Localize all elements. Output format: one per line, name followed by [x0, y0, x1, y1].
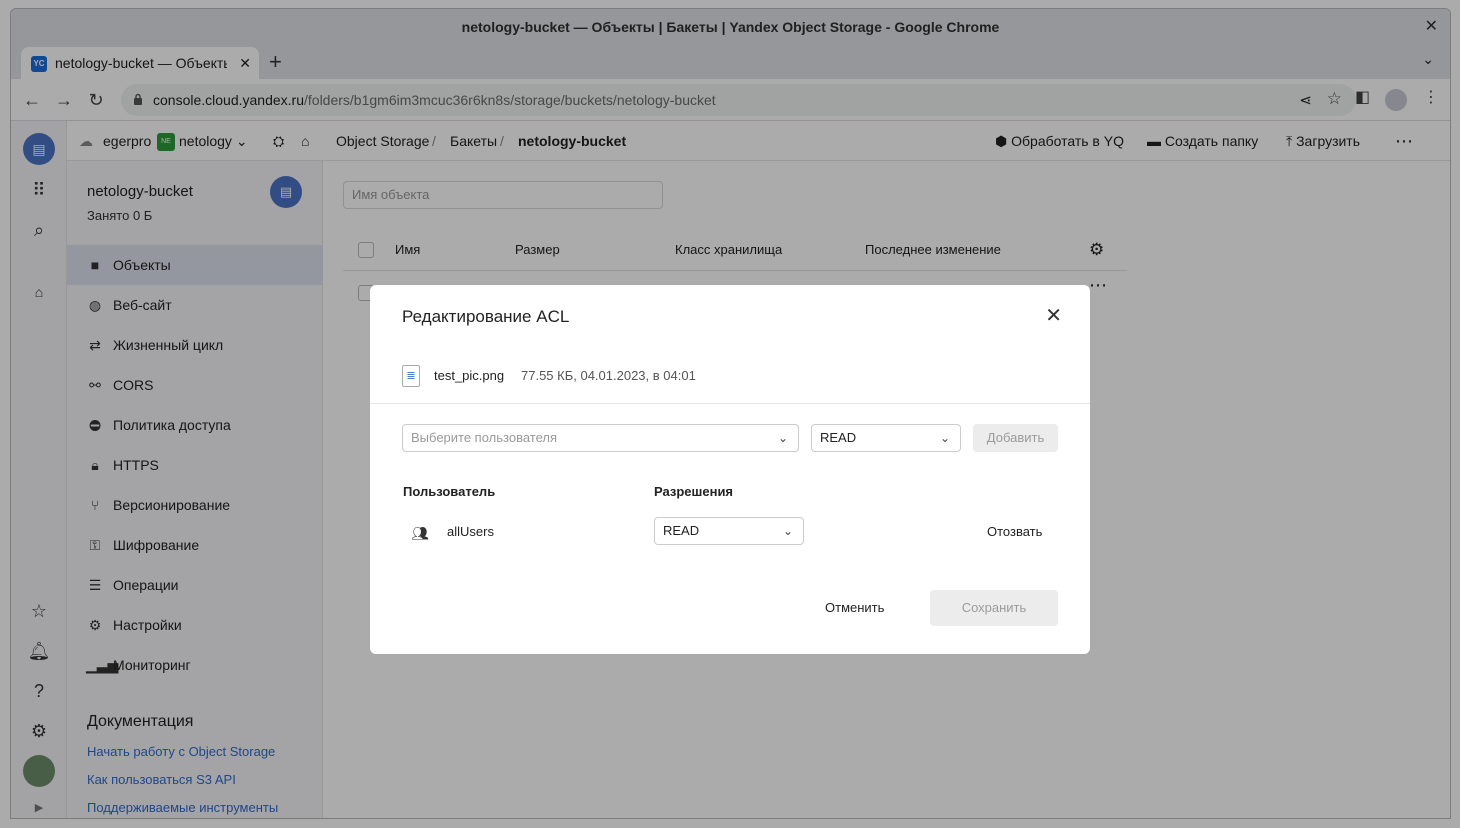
- users-group-icon: 👥︎: [411, 525, 429, 541]
- dialog-divider: [370, 403, 1090, 404]
- file-meta: 77.55 КБ, 04.01.2023, в 04:01: [521, 368, 696, 383]
- cancel-button[interactable]: Отменить: [825, 600, 884, 615]
- chevron-down-icon: ⌄: [777, 431, 788, 445]
- file-name: test_pic.png: [434, 368, 505, 383]
- user-select[interactable]: Выберите пользователя ⌄: [402, 424, 799, 452]
- chevron-down-icon: ⌄: [939, 431, 950, 445]
- dialog-title: Редактирование ACL: [402, 307, 570, 326]
- acl-row-permission-select[interactable]: READ ⌄: [654, 517, 804, 545]
- col-permissions-header: Разрешения: [654, 484, 734, 499]
- chevron-down-icon: ⌄: [782, 524, 793, 538]
- dialog-close-icon[interactable]: ✕: [1045, 303, 1062, 328]
- acl-edit-dialog: Редактирование ACL ✕ ≣ test_pic.png 77.5…: [370, 285, 1090, 654]
- acl-user-name: allUsers: [447, 524, 494, 539]
- revoke-button[interactable]: Отозвать: [987, 524, 1042, 539]
- col-user-header: Пользователь: [403, 484, 496, 499]
- add-button[interactable]: Добавить: [973, 424, 1058, 452]
- save-button[interactable]: Сохранить: [930, 590, 1058, 626]
- file-icon: ≣: [402, 365, 420, 387]
- permission-select[interactable]: READ ⌄: [811, 424, 961, 452]
